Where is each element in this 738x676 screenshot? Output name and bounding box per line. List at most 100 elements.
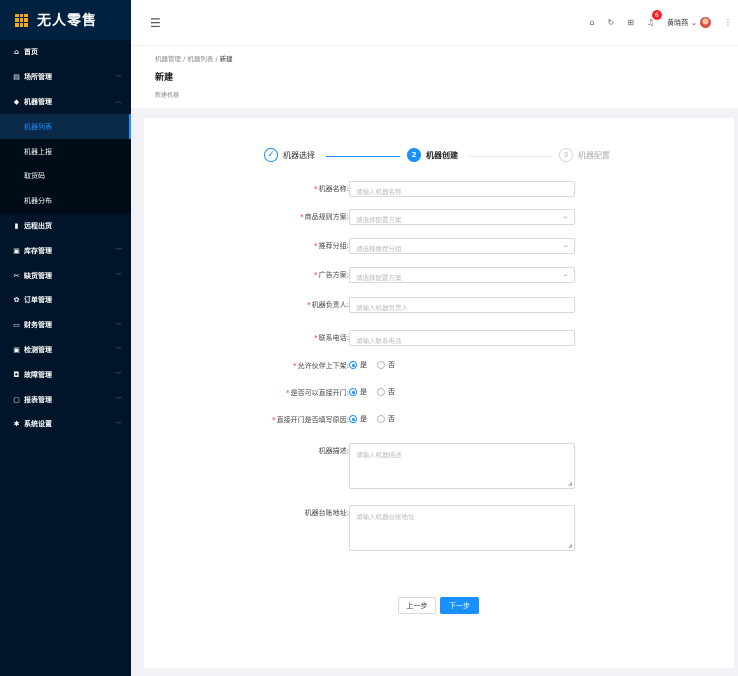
machine-name-input[interactable]: 请输入机器名称 (349, 181, 575, 197)
refresh-icon[interactable]: ↻ (608, 18, 615, 27)
sidebar-subitem[interactable]: 机器分布 (0, 188, 131, 214)
inventory-icon: ▣ (13, 246, 20, 255)
check-icon: ✓ (264, 148, 278, 162)
step-label: 机器配置 (578, 150, 610, 160)
step-connector (470, 156, 552, 157)
phone-label: *联系电话: (314, 334, 349, 342)
form-row-name: *机器名称: 请输入机器名称 (144, 181, 734, 197)
radio-yes[interactable] (349, 415, 357, 423)
app-logo[interactable]: 无人零售 (0, 0, 131, 40)
description-label: 机器描述: (318, 447, 349, 455)
description-textarea[interactable]: 请输入机器描述 ◢ (349, 443, 575, 489)
order-icon: ✿ (13, 296, 20, 305)
sidebar-item[interactable]: ▣ 库存管理 ﹀ (0, 238, 131, 263)
sidebar-item[interactable]: ✿ 订单管理 (0, 288, 131, 313)
sidebar-item[interactable]: ▢ 报表管理 ﹀ (0, 387, 131, 412)
bell-icon[interactable]: ♫ 6 (647, 10, 662, 27)
sidebar-item[interactable]: ▤ 场所管理 ﹀ (0, 65, 131, 90)
direct-open-radio-group: 是 否 (349, 387, 405, 397)
phone-input[interactable]: 请输入联系电话 (349, 330, 575, 346)
radio-yes[interactable] (349, 388, 357, 396)
sidebar-item-label: 机器列表 (24, 122, 52, 131)
sidebar-item[interactable]: ▭ 财务管理 ﹀ (0, 313, 131, 338)
next-step-button[interactable]: 下一步 (440, 597, 479, 614)
resize-handle-icon: ◢ (568, 543, 572, 549)
prev-step-button[interactable]: 上一步 (398, 597, 436, 614)
step-machine-create: 2 机器创建 (407, 148, 458, 162)
step-number: 2 (407, 148, 421, 162)
breadcrumb-current: 新建 (219, 55, 233, 63)
sidebar-item[interactable]: ◆ 机器管理 ︿ (0, 90, 131, 115)
fault-icon: ◘ (13, 370, 20, 379)
top-header: ☰ ⌂ ↻ ⊞ ♫ 6 黄晓燕 ⌄ ⋮ (131, 0, 738, 45)
sidebar-item-label: 取货码 (24, 172, 45, 181)
chevron-down-icon: ﹀ (114, 74, 123, 81)
form-row-recommend-group: *推荐分组: 请选择推荐分组 ⌄ (144, 238, 734, 254)
form-row-product-plan: *商品规则方案: 请选择配置方案 ⌄ (144, 209, 734, 225)
recommend-group-label: *推荐分组: (314, 242, 349, 250)
form-row-direct-open: *是否可以直接开门: 是 否 (144, 385, 734, 401)
chevron-down-icon: ⌄ (561, 213, 570, 220)
sidebar-subitem[interactable]: 机器列表 (0, 114, 131, 140)
sidebar-item-label: 远程出货 (24, 221, 52, 230)
radio-no[interactable] (377, 361, 385, 369)
partner-shelf-radio-group: 是 否 (349, 360, 405, 370)
radio-no[interactable] (377, 388, 385, 396)
more-vertical-icon[interactable]: ⋮ (724, 18, 732, 27)
form-row-ad-plan: *广告方案: 请选择配置方案 ⌄ (144, 267, 734, 283)
sidebar-item-label: 故障管理 (24, 370, 52, 379)
step-label: 机器选择 (283, 150, 315, 160)
radio-no[interactable] (377, 415, 385, 423)
radio-yes[interactable] (349, 361, 357, 369)
sidebar-subitem[interactable]: 取货码 (0, 163, 131, 189)
owner-input[interactable]: 请输入机器负责人 (349, 297, 575, 313)
sidebar-item[interactable]: ◘ 故障管理 ﹀ (0, 362, 131, 387)
sidebar-item[interactable]: ▣ 检测管理 ﹀ (0, 338, 131, 363)
home-icon: ⌂ (13, 48, 19, 57)
home-icon[interactable]: ⌂ (589, 18, 594, 27)
sidebar-item[interactable]: ⌂ 首页 (0, 40, 131, 65)
reason-required-radio-group: 是 否 (349, 414, 405, 424)
grid-logo-icon (15, 13, 28, 27)
report-icon: ▢ (13, 395, 20, 404)
sidebar-item-label: 机器上报 (24, 147, 52, 156)
machine-icon: ◆ (13, 97, 20, 106)
chevron-down-icon: ⌄ (561, 271, 570, 278)
finance-icon: ▭ (13, 321, 20, 330)
page-header: 机器管理 / 机器列表 / 新建 新建 新建机器 (131, 45, 738, 108)
chevron-down-icon: ﹀ (114, 421, 123, 428)
step-machine-config: 3 机器配置 (559, 148, 610, 162)
address-label: 机器台账地址: (304, 509, 349, 517)
address-textarea[interactable]: 请输入机器台账地址 ◢ (349, 505, 575, 551)
shortage-icon: ✂ (13, 271, 20, 280)
avatar[interactable] (700, 17, 711, 28)
ad-plan-select[interactable]: 请选择配置方案 ⌄ (349, 267, 575, 283)
step-number: 3 (559, 148, 573, 162)
step-label: 机器创建 (426, 150, 458, 160)
steps: ✓ 机器选择 2 机器创建 3 机器配置 (264, 148, 624, 166)
page-subtitle: 新建机器 (155, 92, 180, 99)
chevron-up-icon: ︿ (114, 99, 123, 106)
sidebar-item[interactable]: ✂ 缺货管理 ﹀ (0, 263, 131, 288)
sidebar-item[interactable]: ▮ 远程出货 (0, 214, 131, 239)
chevron-down-icon: ﹀ (114, 322, 123, 329)
breadcrumb-item[interactable]: 机器管理 (155, 55, 181, 63)
sidebar-item[interactable]: ✱ 系统设置 ﹀ (0, 412, 131, 437)
user-menu[interactable]: 黄晓燕 ⌄ (667, 17, 711, 28)
sidebar-subitem[interactable]: 机器上报 (0, 139, 131, 164)
chevron-down-icon: ﹀ (114, 347, 123, 354)
sidebar-item-label: 缺货管理 (24, 271, 52, 280)
reason-required-label: *直接开门是否填写原因: (272, 416, 349, 424)
apps-grid-icon[interactable]: ⊞ (627, 18, 634, 27)
sidebar-item-label: 场所管理 (24, 73, 52, 82)
menu-toggle-icon[interactable]: ☰ (150, 16, 161, 30)
chevron-down-icon: ﹀ (114, 273, 123, 280)
app-title: 无人零售 (37, 13, 97, 29)
recommend-group-select[interactable]: 请选择推荐分组 ⌄ (349, 238, 575, 254)
product-plan-select[interactable]: 请选择配置方案 ⌄ (349, 209, 575, 225)
name-label: *机器名称: (314, 185, 349, 193)
form-card: ✓ 机器选择 2 机器创建 3 机器配置 *机器名称: 请输入机器名称 *商品规… (144, 118, 734, 668)
sidebar-item-label: 报表管理 (24, 395, 52, 404)
chevron-down-icon: ﹀ (114, 372, 123, 379)
breadcrumb-item[interactable]: 机器列表 (187, 55, 213, 63)
